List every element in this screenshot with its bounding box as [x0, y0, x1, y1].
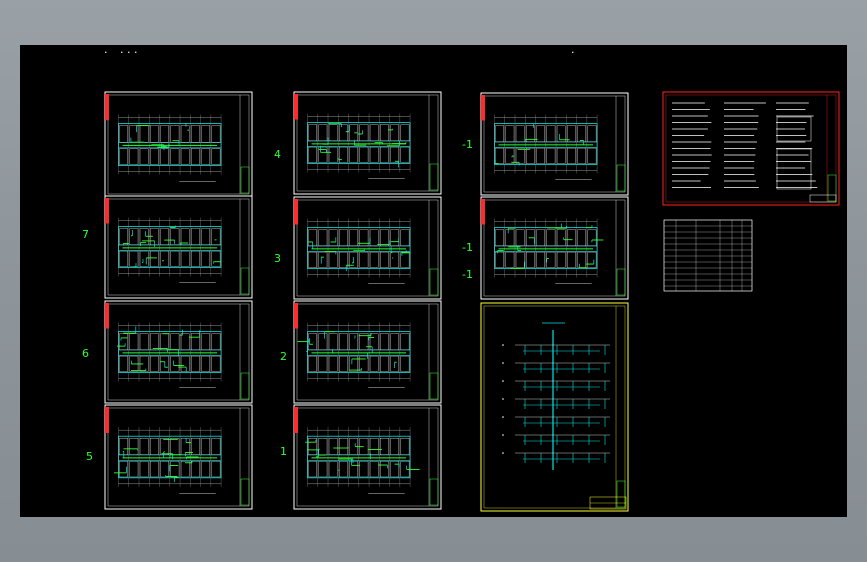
header-mark: . [571, 45, 575, 56]
riser-diagram-sheet[interactable] [480, 302, 629, 512]
basement-plan-sheet-1[interactable] [480, 92, 629, 196]
basement-plan-sheet-2[interactable] [480, 196, 629, 300]
equipment-table[interactable] [663, 219, 753, 292]
floor-label-7: 7 [82, 228, 89, 241]
floor-label-6: 6 [82, 347, 89, 360]
drawing-canvas[interactable]: . . . . . 7 6 5 4 3 2 1 -1 -1 -1 [20, 45, 847, 517]
floor-label-4: 4 [274, 148, 281, 161]
floor-plan-sheet-left-4[interactable] [104, 404, 253, 510]
floor-plan-sheet-mid-3[interactable] [293, 300, 442, 404]
floor-plan-sheet-left-3[interactable] [104, 300, 253, 404]
basement-label-a: -1 [462, 138, 473, 151]
floor-label-2: 2 [280, 350, 287, 363]
basement-label-b: -1 [462, 241, 473, 254]
floor-label-5: 5 [86, 450, 93, 463]
floor-plan-sheet-left-1[interactable] [104, 91, 253, 198]
floor-plan-sheet-mid-1[interactable] [293, 91, 442, 195]
header-mark: . . . [120, 45, 137, 56]
floor-plan-sheet-mid-2[interactable] [293, 196, 442, 300]
floor-plan-sheet-mid-4[interactable] [293, 404, 442, 510]
header-marks: . . . . . [104, 45, 575, 56]
design-notes-sheet[interactable] [662, 91, 840, 206]
floor-label-1: 1 [280, 445, 287, 458]
floor-plan-sheet-left-2[interactable] [104, 195, 253, 299]
floor-label-3: 3 [274, 252, 281, 265]
header-mark: . [104, 45, 108, 56]
basement-label-c: -1 [462, 268, 473, 281]
cad-drawing[interactable]: . . . . . 7 6 5 4 3 2 1 -1 -1 -1 [20, 45, 847, 517]
